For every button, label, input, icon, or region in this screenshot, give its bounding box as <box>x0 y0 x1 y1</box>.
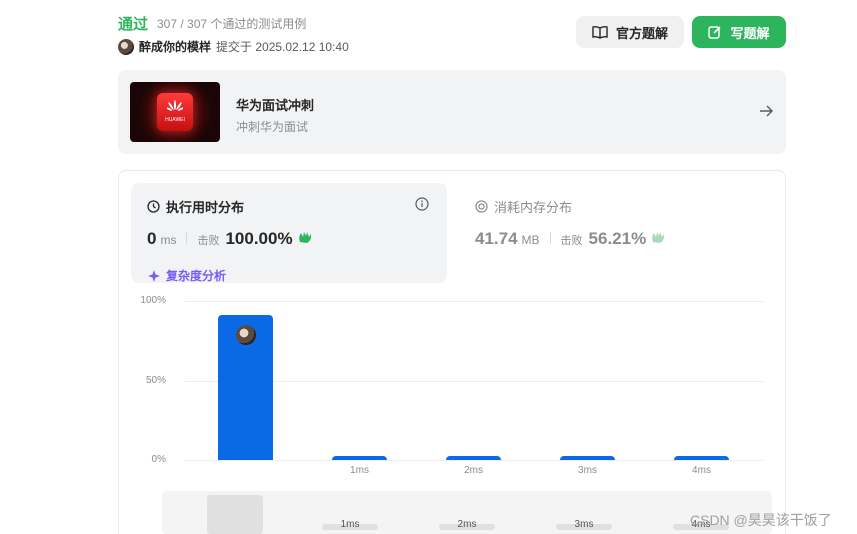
huawei-logo-text: HUAWEI <box>165 117 185 123</box>
info-icon[interactable] <box>415 197 429 211</box>
memory-chip-icon <box>475 200 488 213</box>
memory-beat-label: 击败 <box>560 235 583 247</box>
arrow-right-icon[interactable] <box>758 103 774 119</box>
testcase-count: 307 / 307 个通过的测试用例 <box>157 17 307 31</box>
divider <box>186 232 188 244</box>
memory-metric: 41.74 MB 击败 56.21% <box>475 229 666 249</box>
sparkle-icon <box>148 269 160 282</box>
minimap-label: 3ms <box>574 519 594 530</box>
clap-icon <box>298 232 311 243</box>
write-solution-button[interactable]: 写题解 <box>692 16 786 48</box>
clap-icon <box>652 232 665 243</box>
edit-icon <box>708 26 722 39</box>
range-selection-handle[interactable] <box>207 495 263 534</box>
runtime-metric: 0 ms 击败 100.00% <box>147 229 313 249</box>
minimap-label: 2ms <box>457 519 477 530</box>
runtime-value: 0 <box>147 229 157 248</box>
official-solution-label: 官方题解 <box>615 25 668 41</box>
promo-title: 华为面试冲刺 <box>236 98 315 113</box>
complexity-analysis-link[interactable]: 复杂度分析 <box>147 267 226 284</box>
chart-range-selector[interactable]: 1ms 2ms 3ms 4ms <box>162 491 772 534</box>
promo-banner[interactable]: HUAWEI 华为面试冲刺 冲刺华为面试 <box>118 70 786 154</box>
submit-time: 提交于 2025.02.12 10:40 <box>216 40 349 54</box>
minimap-label: 1ms <box>340 519 360 530</box>
write-solution-label: 写题解 <box>730 25 770 41</box>
promo-image: HUAWEI <box>130 82 220 142</box>
runtime-title: 执行用时分布 <box>166 200 245 215</box>
memory-unit: MB <box>521 233 540 247</box>
username[interactable]: 醉成你的模样 <box>139 38 211 55</box>
submission-meta: 醉成你的模样 提交于 2025.02.12 10:40 <box>118 38 349 55</box>
clock-icon <box>147 200 160 213</box>
huawei-flower-icon <box>167 100 183 111</box>
runtime-beat-label: 击败 <box>197 235 220 247</box>
tab-runtime[interactable]: 执行用时分布 0 ms 击败 100.00% 复杂度分析 <box>131 183 447 283</box>
complexity-label: 复杂度分析 <box>166 269 227 283</box>
runtime-beat-value: 100.00% <box>225 229 293 248</box>
promo-subtitle: 冲刺华为面试 <box>236 120 309 134</box>
book-icon <box>592 25 608 39</box>
stats-card: 执行用时分布 0 ms 击败 100.00% 复杂度分析 消耗内存分布 41.7… <box>118 170 786 534</box>
runtime-unit: ms <box>160 233 177 247</box>
avatar[interactable] <box>118 38 134 55</box>
watermark: CSDN @昊昊该干饭了 <box>690 512 832 528</box>
memory-value: 41.74 <box>475 229 518 248</box>
tab-memory[interactable]: 消耗内存分布 41.74 MB 击败 56.21% <box>473 183 773 283</box>
memory-beat-value: 56.21% <box>588 229 647 248</box>
official-solution-button[interactable]: 官方题解 <box>576 16 684 48</box>
huawei-logo: HUAWEI <box>157 93 193 131</box>
memory-title: 消耗内存分布 <box>494 200 573 215</box>
divider <box>549 232 551 244</box>
submission-status: 通过 <box>118 16 149 33</box>
